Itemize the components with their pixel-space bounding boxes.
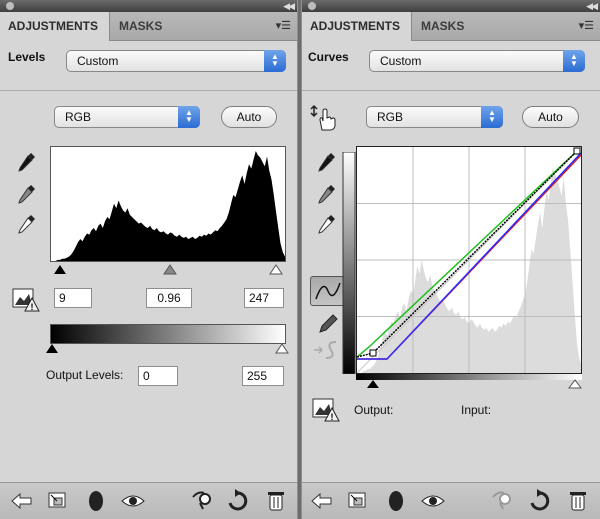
select-arrows-icon: ▲ ▼ [264,50,286,72]
clipping-warning-icon[interactable]: ! [312,398,340,422]
output-levels-slider[interactable] [44,342,294,356]
tab-bar: ADJUSTMENTS MASKS ▾☰ [0,12,297,41]
adjustment-label: Levels [8,50,46,64]
tab-masks[interactable]: MASKS [111,12,170,40]
back-arrow-icon[interactable] [310,491,334,511]
curve-black-point[interactable] [369,349,377,357]
output-white-field[interactable]: 255 [242,366,284,386]
channel-select[interactable]: RGB ▲ ▼ [366,106,503,128]
output-white-slider[interactable] [275,343,289,354]
previous-state-icon[interactable] [190,489,216,513]
eye-icon[interactable] [120,491,146,511]
trash-icon[interactable] [568,489,588,513]
select-arrows-icon: ▲ ▼ [563,50,585,72]
select-arrows-icon: ▲ ▼ [178,106,200,128]
trash-icon[interactable] [266,489,286,513]
eyedropper-black-icon[interactable] [314,150,340,174]
close-icon[interactable] [308,2,316,10]
back-arrow-icon[interactable] [10,491,34,511]
panel-menu-icon[interactable]: ▾☰ [579,20,594,32]
preset-value: Custom [77,54,119,68]
output-gradient-bar [342,152,356,374]
clipping-warning-icon[interactable]: ! [12,288,40,312]
levels-panel: ◀◀ ADJUSTMENTS MASKS ▾☰ Levels Custom ▲ ▼… [0,0,298,519]
input-gradient-bar [356,374,582,389]
white-point-slider[interactable] [269,264,283,275]
white-point-slider[interactable] [568,379,582,389]
auto-button[interactable]: Auto [522,106,579,128]
input-white-field[interactable]: 247 [244,288,284,308]
preset-value: Custom [380,54,422,68]
output-label: Output: [354,403,394,417]
gamma-slider[interactable] [163,264,177,275]
separator [0,90,297,91]
output-black-slider[interactable] [46,344,58,353]
black-point-slider[interactable] [367,380,379,388]
collapse-icon[interactable]: ◀◀ [283,0,295,12]
panel-menu-icon[interactable]: ▾☰ [276,20,291,32]
tab-adjustments[interactable]: ADJUSTMENTS [302,12,412,41]
black-point-slider[interactable] [54,265,66,274]
channel-select[interactable]: RGB ▲ ▼ [54,106,200,128]
adjustment-label: Curves [308,50,349,64]
histogram-graph [51,151,285,261]
curve-white-point[interactable] [573,147,581,155]
expand-view-icon[interactable] [346,491,370,511]
channel-value: RGB [65,110,92,124]
reset-icon[interactable] [528,489,550,513]
channel-value: RGB [377,110,404,124]
previous-state-icon[interactable] [490,489,516,513]
eye-icon[interactable] [420,491,446,511]
curve-point-mode-button[interactable] [310,276,346,306]
curves-panel: ◀◀ ADJUSTMENTS MASKS ▾☰ Curves Custom ▲ ▼… [301,0,600,519]
output-black-field[interactable]: 0 [138,366,178,386]
preset-select[interactable]: Custom ▲ ▼ [66,50,286,72]
svg-text:!: ! [31,302,34,312]
close-icon[interactable] [6,2,14,10]
curve-point-icon [315,282,341,300]
tab-adjustments[interactable]: ADJUSTMENTS [0,12,110,41]
smooth-curve-icon[interactable] [312,338,342,362]
tab-bar: ADJUSTMENTS MASKS ▾☰ [302,12,600,41]
curves-plot [357,147,581,373]
clip-to-layer-icon[interactable] [86,489,106,513]
tab-masks[interactable]: MASKS [413,12,472,40]
eyedropper-black-icon[interactable] [14,150,40,174]
svg-text:!: ! [331,412,334,422]
curves-graph[interactable] [356,146,582,374]
eyedropper-gray-icon[interactable] [314,182,340,206]
panel-titlebar: ◀◀ [302,0,600,12]
bottom-toolbar [0,482,297,519]
bottom-toolbar [302,482,600,519]
eyedropper-gray-icon[interactable] [14,182,40,206]
input-black-field[interactable]: 9 [54,288,92,308]
eyedropper-white-icon[interactable] [14,212,40,236]
preset-select[interactable]: Custom ▲ ▼ [369,50,585,72]
output-gradient-bar [50,324,286,344]
expand-view-icon[interactable] [46,491,70,511]
select-arrows-icon: ▲ ▼ [481,106,503,128]
histogram-area [51,151,285,261]
auto-button[interactable]: Auto [221,106,277,128]
collapse-icon[interactable]: ◀◀ [586,0,598,12]
eyedropper-white-icon[interactable] [314,212,340,236]
separator [302,90,600,91]
clip-to-layer-icon[interactable] [386,489,406,513]
input-gamma-field[interactable]: 0.96 [146,288,192,308]
panel-titlebar: ◀◀ [0,0,297,12]
input-levels-slider[interactable] [50,262,290,276]
pencil-icon[interactable] [316,312,340,336]
levels-histogram [50,146,286,262]
targeted-adjust-hand-icon[interactable] [310,104,340,132]
reset-icon[interactable] [226,489,248,513]
input-label: Input: [461,403,492,417]
output-levels-label: Output Levels: [46,368,124,382]
